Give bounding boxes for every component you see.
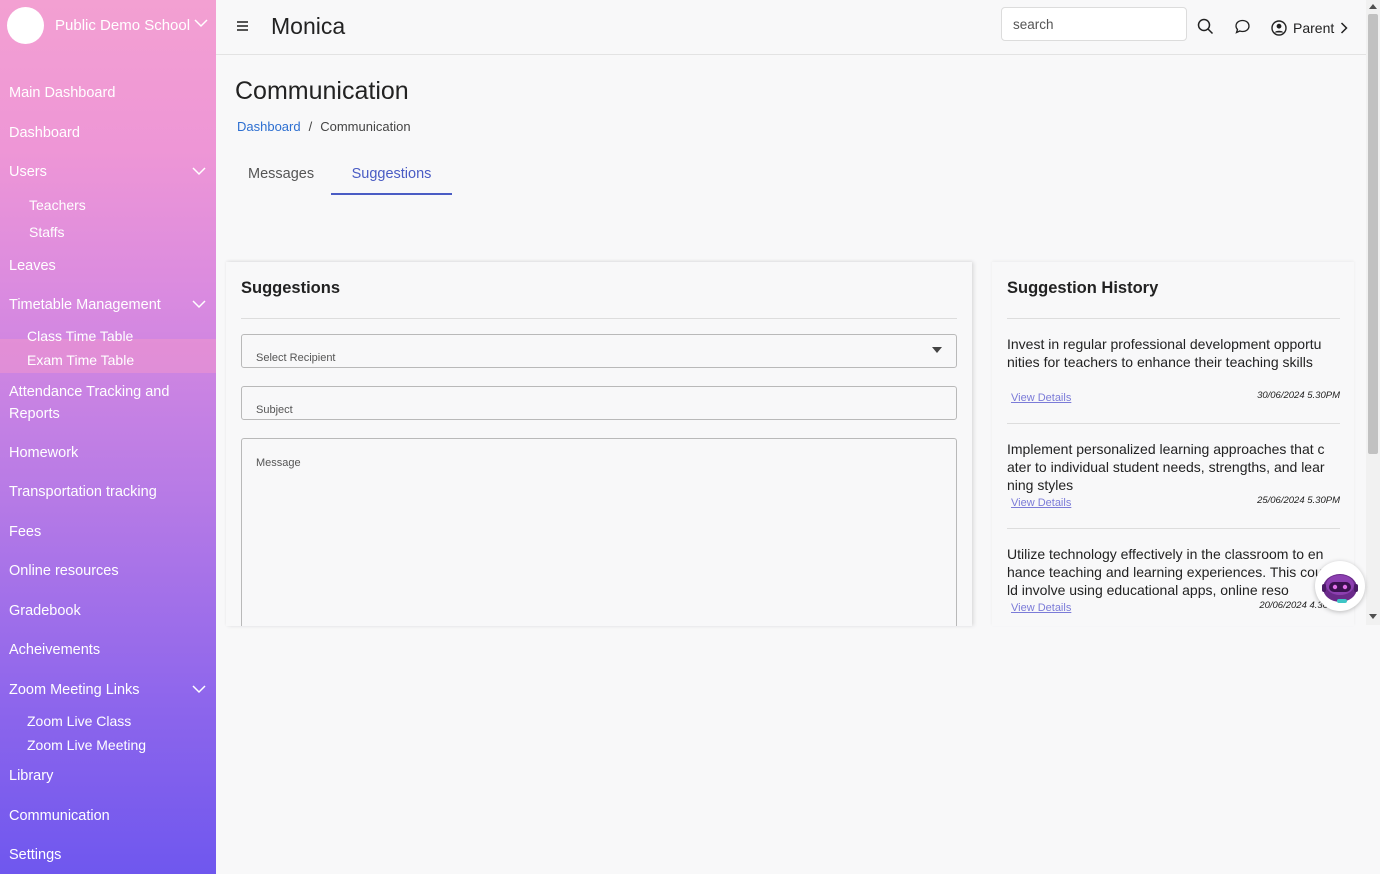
breadcrumb-home-link[interactable]: Dashboard <box>237 119 301 134</box>
breadcrumb: Dashboard / Communication <box>237 119 411 134</box>
history-item-date: 30/06/2024 5.30PM <box>1257 390 1340 401</box>
chevron-right-icon <box>1341 22 1348 34</box>
subject-placeholder: Subject <box>256 404 293 416</box>
chevron-down-icon <box>194 19 208 28</box>
search-icon[interactable] <box>1197 18 1214 35</box>
history-item-date: 25/06/2024 5.30PM <box>1257 495 1340 506</box>
sidebar: Public Demo School Main Dashboard Dashbo… <box>0 0 216 874</box>
view-details-link[interactable]: View Details <box>1011 392 1071 404</box>
user-role-label: Parent <box>1293 20 1335 36</box>
sidebar-item-settings[interactable]: Settings <box>9 844 61 866</box>
dropdown-arrow-icon <box>932 347 942 353</box>
menu-toggle-icon[interactable] <box>237 21 248 31</box>
suggestions-form-title: Suggestions <box>241 279 341 297</box>
recipient-select[interactable]: Select Recipient <box>241 334 957 368</box>
divider <box>1007 318 1340 319</box>
sidebar-item-teachers[interactable]: Teachers <box>29 195 86 215</box>
sidebar-item-staffs[interactable]: Staffs <box>29 222 65 242</box>
sidebar-item-homework[interactable]: Homework <box>9 442 78 464</box>
sidebar-item-zoom-meeting-links[interactable]: Zoom Meeting Links <box>9 679 140 701</box>
sidebar-item-class-time-table[interactable]: Class Time Table <box>27 326 133 346</box>
page-scrollbar[interactable] <box>1366 0 1380 625</box>
sidebar-item-zoom-live-class[interactable]: Zoom Live Class <box>27 711 131 731</box>
divider <box>1007 423 1340 424</box>
sidebar-item-exam-time-table[interactable]: Exam Time Table <box>27 350 134 370</box>
user-circle-icon <box>1271 20 1287 36</box>
sidebar-item-library[interactable]: Library <box>9 765 53 787</box>
history-item-text: Utilize technology effectively in the cl… <box>1007 546 1324 598</box>
top-bar: Monica Parent <box>216 0 1366 55</box>
breadcrumb-current: Communication <box>320 119 411 134</box>
sidebar-item-timetable-management[interactable]: Timetable Management <box>9 294 161 316</box>
sidebar-item-zoom-live-meeting[interactable]: Zoom Live Meeting <box>27 735 146 755</box>
history-item-text: Implement personalized learning approach… <box>1007 441 1325 493</box>
suggestion-history-card: Suggestion History Invest in regular pro… <box>992 262 1354 626</box>
sidebar-item-main-dashboard[interactable]: Main Dashboard <box>9 82 115 104</box>
scroll-down-arrow-icon[interactable] <box>1369 614 1377 619</box>
sidebar-item-dashboard[interactable]: Dashboard <box>9 122 80 144</box>
suggestions-form-card: Suggestions Select Recipient Subject Mes… <box>226 262 972 626</box>
school-name: Public Demo School <box>55 17 191 34</box>
divider <box>241 318 957 319</box>
sidebar-item-online-resources[interactable]: Online resources <box>9 560 119 582</box>
history-title: Suggestion History <box>1007 279 1159 297</box>
sidebar-item-transportation[interactable]: Transportation tracking <box>9 481 157 503</box>
sidebar-item-communication[interactable]: Communication <box>9 805 110 827</box>
chevron-down-icon[interactable] <box>191 681 207 697</box>
school-switcher[interactable]: Public Demo School <box>0 0 216 52</box>
view-details-link[interactable]: View Details <box>1011 602 1071 614</box>
sidebar-item-attendance[interactable]: Attendance Tracking and Reports <box>9 381 209 425</box>
chevron-down-icon[interactable] <box>191 163 207 179</box>
sidebar-item-leaves[interactable]: Leaves <box>9 255 56 277</box>
recipient-placeholder: Select Recipient <box>256 352 336 364</box>
view-details-link[interactable]: View Details <box>1011 497 1071 509</box>
sidebar-item-gradebook[interactable]: Gradebook <box>9 600 81 622</box>
page-title: Communication <box>235 77 409 105</box>
school-logo <box>7 7 44 44</box>
sidebar-item-fees[interactable]: Fees <box>9 521 41 543</box>
tab-suggestions[interactable]: Suggestions <box>331 166 452 195</box>
scroll-up-arrow-icon[interactable] <box>1369 4 1377 9</box>
sidebar-item-users[interactable]: Users <box>9 161 47 183</box>
breadcrumb-separator: / <box>308 119 313 134</box>
chevron-down-icon[interactable] <box>191 296 207 312</box>
tab-messages[interactable]: Messages <box>248 166 314 195</box>
chat-bubble-icon[interactable] <box>1234 18 1251 35</box>
sidebar-item-achievements[interactable]: Acheivements <box>9 639 100 661</box>
robot-icon <box>1322 574 1358 603</box>
app-title: Monica <box>271 13 346 39</box>
message-field[interactable]: Message <box>241 438 957 626</box>
search-input[interactable] <box>1001 7 1187 41</box>
subject-field[interactable]: Subject <box>241 386 957 420</box>
message-placeholder: Message <box>256 457 301 469</box>
history-item-text: Invest in regular professional developme… <box>1007 336 1322 370</box>
user-menu[interactable]: Parent <box>1271 18 1348 38</box>
scroll-thumb[interactable] <box>1368 14 1378 454</box>
chatbot-button[interactable] <box>1315 561 1365 611</box>
divider <box>1007 528 1340 529</box>
